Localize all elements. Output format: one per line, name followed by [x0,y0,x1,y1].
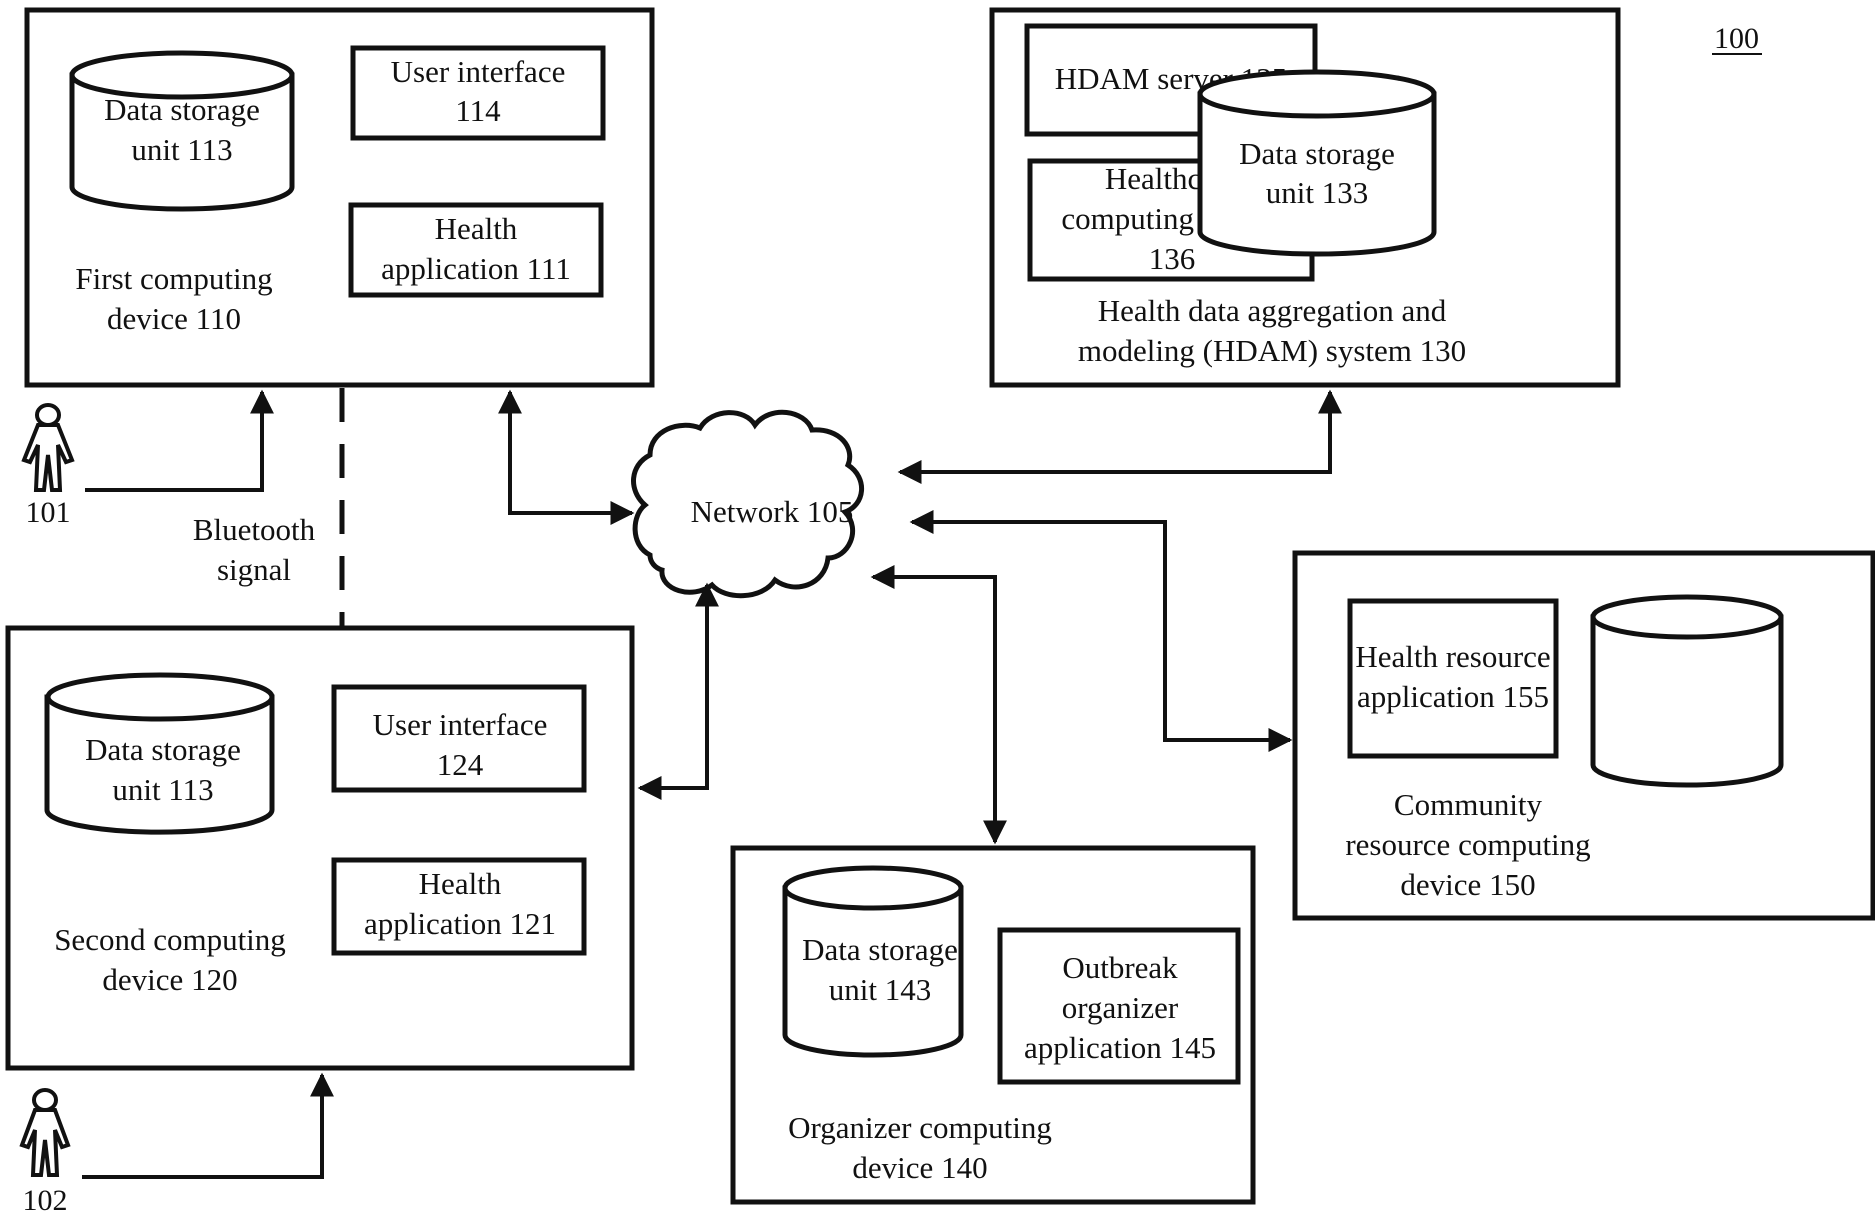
outbreak-app-line2: organizer [1062,990,1179,1025]
second-device-title-line2: device 120 [102,962,237,997]
organizer-storage-line2: unit 143 [829,972,931,1007]
first-app-line2: application 111 [381,251,571,286]
second-device-user-interface[interactable]: User interface 124 [331,684,587,793]
network-label: Network 105 [691,494,854,529]
organizer-storage-line1: Data storage [802,932,958,967]
outbreak-app-line3: application 145 [1024,1030,1216,1065]
first-storage-line2: unit 113 [131,132,232,167]
organizer-title-line2: device 140 [852,1150,987,1185]
hdam-storage-line2: unit 133 [1266,175,1368,210]
bluetooth-label-line2: signal [217,552,291,587]
first-app-line1: Health [435,211,518,246]
connector-network-to-second-device [637,582,719,800]
connector-first-device-to-network [498,389,635,525]
hdam-storage-line1: Data storage [1239,136,1395,171]
second-app-line2: application 121 [364,906,556,941]
outbreak-app-line1: Outbreak [1062,950,1178,985]
health-resource-app-line1: Health resource [1355,639,1550,674]
hdam-title-line2: modeling (HDAM) system 130 [1078,333,1466,368]
connector-network-to-hdam [897,389,1342,484]
healthcare-device-line3: 136 [1149,241,1196,276]
second-device-title-line1: Second computing [54,922,286,957]
hdam-system[interactable]: HDAM server 135 Healthcare computing dev… [989,7,1621,388]
bluetooth-label-line1: Bluetooth [193,512,316,547]
outbreak-organizer-application[interactable]: Outbreak organizer application 145 [997,927,1241,1085]
second-storage-line2: unit 113 [112,772,213,807]
user-102-label: 102 [23,1184,68,1216]
community-title-line1: Community [1394,787,1543,822]
health-resource-app-line2: application 155 [1357,679,1549,714]
community-storage-cylinder[interactable] [1590,594,1784,788]
health-resource-application[interactable]: Health resource application 155 [1347,598,1559,759]
figure-ref-label: 100 [1714,22,1759,55]
first-device-health-application[interactable]: Health application 111 [348,202,604,298]
user-101-label: 101 [26,496,71,529]
hdam-storage-cylinder[interactable]: Data storage unit 133 [1197,69,1437,257]
connector-user101-to-first-device [85,389,274,492]
first-ui-line2: 114 [455,93,501,128]
user-102[interactable]: 102 [19,1088,71,1216]
connector-user102-to-second-device [82,1072,334,1179]
first-device-title-line1: First computing [75,261,272,296]
hdam-title-line1: Health data aggregation and [1098,293,1447,328]
user-101[interactable]: 101 [21,403,75,529]
figure-reference: 100 [1712,22,1762,55]
second-app-line1: Health [419,866,502,901]
first-device-title-line2: device 110 [107,301,241,336]
second-device-storage-cylinder[interactable]: Data storage unit 113 [44,672,275,835]
first-computing-device[interactable]: Data storage unit 113 User interface 114… [24,7,655,388]
connector-network-to-organizer [870,565,1007,845]
network-cloud[interactable]: Network 105 [631,409,865,599]
second-computing-device[interactable]: Data storage unit 113 User interface 124… [5,625,635,1071]
person-icon [21,403,75,492]
first-device-storage-cylinder[interactable]: Data storage unit 113 [69,50,295,212]
second-device-health-application[interactable]: Health application 121 [331,857,587,956]
community-title-line2: resource computing [1345,827,1590,862]
community-title-line3: device 150 [1400,867,1535,902]
organizer-storage-cylinder[interactable]: Data storage unit 143 [782,865,964,1058]
person-icon [19,1088,71,1177]
organizer-title-line1: Organizer computing [788,1110,1052,1145]
system-diagram: 100 Data storage unit 113 User interface… [5,7,1875,1216]
second-storage-line1: Data storage [85,732,241,767]
organizer-computing-device[interactable]: Data storage unit 143 Outbreak organizer… [730,845,1256,1205]
second-ui-line1: User interface [373,707,548,742]
first-ui-line1: User interface [391,54,566,89]
first-device-user-interface[interactable]: User interface 114 [350,45,606,141]
connector-network-to-community [909,510,1293,752]
second-ui-line2: 124 [437,747,484,782]
first-storage-line1: Data storage [104,92,260,127]
community-resource-computing-device[interactable]: Health resource application 155 Communit… [1292,550,1875,921]
